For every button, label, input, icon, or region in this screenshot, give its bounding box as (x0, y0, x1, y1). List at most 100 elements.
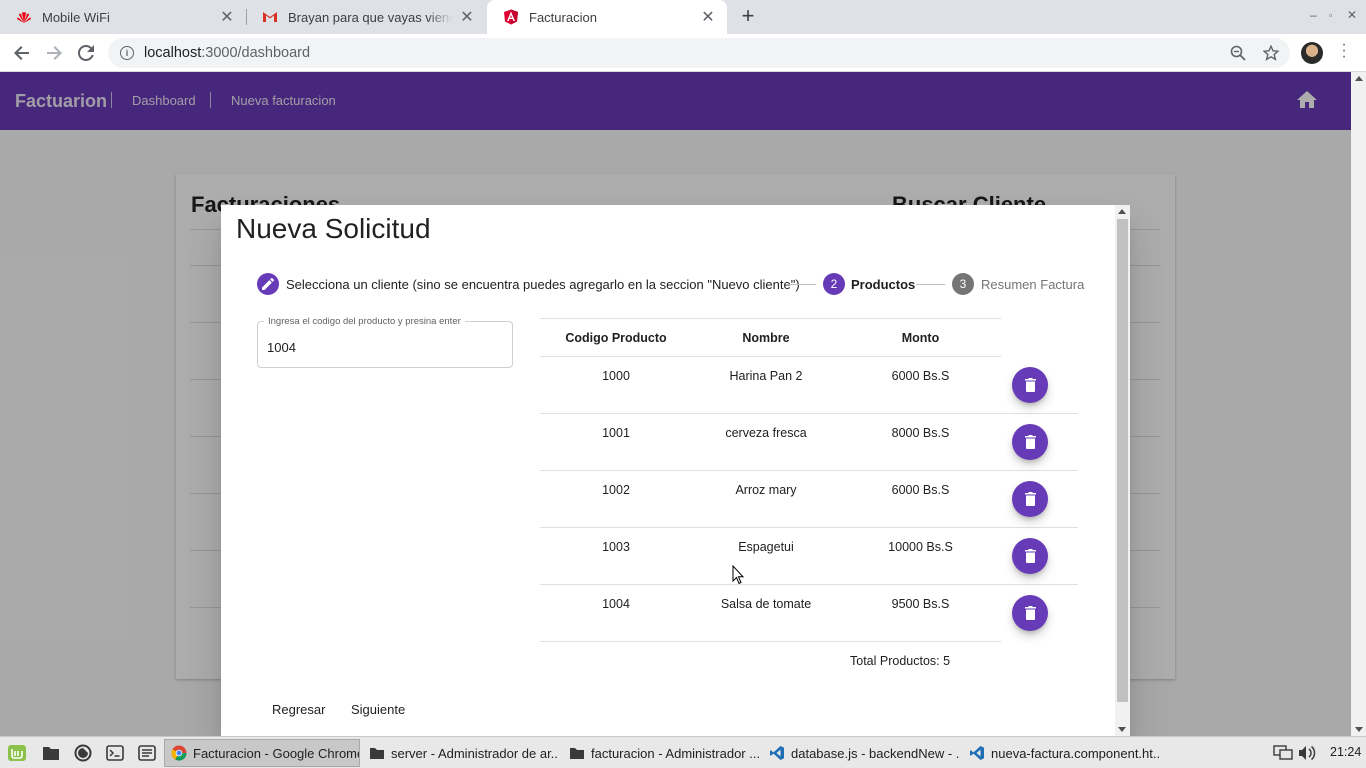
trash-icon (1024, 435, 1036, 449)
cell-code: 1003 (602, 540, 630, 554)
tab-title: Brayan para que vayas viendo (288, 9, 452, 25)
cell-name: cerveza fresca (725, 426, 807, 440)
cell-name: Harina Pan 2 (729, 369, 803, 383)
taskbar-item-vscode-database[interactable]: database.js - backendNew - ... (762, 739, 960, 767)
profile-avatar[interactable] (1301, 42, 1323, 64)
close-window-icon[interactable]: ✕ (1347, 8, 1357, 22)
scroll-thumb[interactable] (1117, 219, 1128, 702)
close-icon[interactable]: ✕ (458, 8, 476, 26)
product-code-label: Ingresa el codigo del producto y presina… (264, 316, 465, 327)
vscode-icon (770, 746, 784, 760)
taskbar-item-label: facturacion - Administrador ... (591, 745, 760, 761)
tab-title: Facturacion (529, 9, 597, 25)
folder-icon (370, 748, 384, 759)
cell-amount: 8000 Bs.S (891, 426, 950, 440)
cell-code: 1000 (602, 369, 630, 383)
step-2-number[interactable]: 2 (823, 273, 845, 295)
vscode-icon (970, 746, 984, 760)
cell-name: Arroz mary (735, 483, 797, 497)
bookmark-star-icon[interactable] (1262, 44, 1280, 61)
text-editor-icon[interactable] (136, 742, 158, 764)
info-icon[interactable]: i (120, 46, 134, 60)
browser-tab-mobile-wifi[interactable]: Mobile WiFi ✕ (0, 0, 246, 34)
network-icon[interactable] (1272, 742, 1294, 764)
back-button[interactable]: Regresar (272, 702, 325, 717)
maximize-icon[interactable]: ▫ (1329, 10, 1332, 20)
product-code-field[interactable]: Ingresa el codigo del producto y presina… (257, 316, 513, 368)
header-codigo: Codigo Producto (565, 331, 667, 345)
cell-name: Salsa de tomate (720, 597, 812, 611)
cell-code: 1001 (602, 426, 630, 440)
step-3-number[interactable]: 3 (952, 273, 974, 295)
dialog-scrollbar[interactable] (1115, 205, 1130, 736)
browser-tab-gmail[interactable]: Brayan para que vayas viendo ✕ (246, 0, 486, 34)
cell-name: Espagetui (738, 540, 794, 554)
reload-icon[interactable] (73, 40, 99, 66)
next-button[interactable]: Siguiente (351, 702, 405, 717)
angular-icon (503, 9, 519, 25)
tab-title: Mobile WiFi (42, 9, 110, 25)
table-row: 1004 Salsa de tomate 9500 Bs.S (540, 585, 1048, 642)
firefox-icon[interactable] (72, 742, 94, 764)
delete-button[interactable] (1012, 367, 1048, 403)
volume-icon[interactable] (1296, 742, 1318, 764)
scroll-up-icon[interactable] (1118, 209, 1126, 214)
step-1-label[interactable]: Selecciona un cliente (sino se encuentra… (286, 277, 800, 292)
taskbar-item-label: Facturacion - Google Chrome (193, 745, 360, 761)
cell-code: 1004 (602, 597, 630, 611)
header-nombre: Nombre (742, 331, 790, 345)
os-taskbar: Facturacion - Google Chrome server - Adm… (0, 736, 1366, 768)
delete-button[interactable] (1012, 481, 1048, 517)
page-scrollbar[interactable] (1351, 72, 1366, 736)
delete-button[interactable] (1012, 538, 1048, 574)
table-row: 1000 Harina Pan 2 6000 Bs.S (540, 357, 1078, 414)
minimize-icon[interactable]: – (1310, 8, 1317, 22)
browser-tab-facturacion[interactable]: Facturacion ✕ (487, 0, 727, 34)
scroll-down-icon[interactable] (1355, 727, 1363, 732)
browser-toolbar: i localhost:3000/dashboard · · · (0, 34, 1366, 72)
scroll-up-icon[interactable] (1355, 76, 1363, 81)
mint-menu-icon[interactable] (6, 742, 28, 764)
huawei-icon (16, 9, 32, 25)
address-bar[interactable]: i localhost:3000/dashboard (108, 38, 1290, 68)
terminal-icon[interactable] (104, 742, 126, 764)
clock[interactable]: 21:24 (1330, 745, 1361, 759)
cell-amount: 6000 Bs.S (891, 369, 950, 383)
nueva-solicitud-dialog: Nueva Solicitud Selecciona un cliente (s… (221, 205, 1130, 736)
cell-amount: 9500 Bs.S (891, 597, 950, 611)
close-icon[interactable]: ✕ (218, 8, 236, 26)
url-path: :3000/dashboard (201, 45, 311, 61)
step-connector (916, 284, 945, 285)
delete-button[interactable] (1012, 424, 1048, 460)
taskbar-item-label: nueva-factura.component.ht... (991, 745, 1162, 761)
taskbar-item-facturacion-folder[interactable]: facturacion - Administrador ... (562, 739, 760, 767)
forward-arrow-icon[interactable] (41, 40, 67, 66)
kebab-menu-icon[interactable]: · · · (1338, 37, 1350, 65)
taskbar-item-server-folder[interactable]: server - Administrador de ar... (362, 739, 560, 767)
taskbar-item-label: server - Administrador de ar... (391, 745, 560, 761)
trash-icon (1024, 606, 1036, 620)
delete-button[interactable] (1012, 595, 1048, 631)
mouse-cursor-icon (732, 564, 745, 585)
files-icon[interactable] (40, 742, 62, 764)
close-icon[interactable]: ✕ (699, 8, 717, 26)
step-3-label[interactable]: Resumen Factura (981, 277, 1084, 292)
pencil-icon[interactable] (257, 273, 279, 295)
cell-code: 1002 (602, 483, 630, 497)
header-monto: Monto (901, 331, 940, 345)
trash-icon (1024, 492, 1036, 506)
zoom-icon[interactable] (1230, 45, 1246, 61)
new-tab-button[interactable]: + (736, 5, 760, 29)
step-2-label[interactable]: Productos (851, 277, 915, 292)
back-arrow-icon[interactable] (9, 40, 35, 66)
trash-icon (1024, 378, 1036, 392)
scroll-down-icon[interactable] (1118, 727, 1126, 732)
taskbar-item-vscode-component[interactable]: nueva-factura.component.ht... (962, 739, 1162, 767)
chrome-icon (171, 745, 187, 761)
table-header: Codigo Producto Nombre Monto (540, 318, 1001, 357)
url-host: localhost (144, 45, 202, 61)
taskbar-item-chrome[interactable]: Facturacion - Google Chrome (164, 739, 360, 767)
table-row: 1003 Espagetui 10000 Bs.S (540, 528, 1078, 585)
table-row: 1001 cerveza fresca 8000 Bs.S (540, 414, 1078, 471)
product-code-input[interactable] (267, 340, 497, 355)
